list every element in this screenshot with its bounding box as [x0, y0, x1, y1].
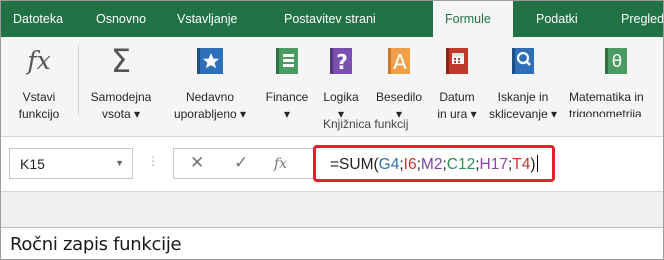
function-library-group-label: Knjižnica funkcij — [323, 117, 409, 131]
tab-datoteka[interactable]: Datoteka — [13, 1, 63, 37]
drag-handle-icon[interactable]: ⋮ — [147, 154, 159, 168]
button-label-line1: Vstavi — [22, 90, 56, 104]
logic-book-icon: ? — [330, 48, 352, 74]
tab-podatki[interactable]: Podatki — [536, 1, 578, 37]
tab-formule[interactable]: Formule — [433, 1, 513, 37]
button-label-line2: uporabljeno ▾ — [173, 107, 247, 121]
button-label-line2: in ura ▾ — [437, 107, 477, 121]
excel-window: Datoteka Osnovno Vstavljanje Postavitev … — [0, 0, 664, 260]
formula-segment: C12 — [446, 156, 476, 173]
date-time-button[interactable]: Datum in ura ▾ — [431, 41, 483, 121]
recently-used-button[interactable]: Nedavno uporabljeno ▾ — [163, 41, 257, 121]
worksheet-edge — [1, 191, 663, 227]
button-label-line1: Logika — [323, 90, 359, 104]
tab-vstavljanje[interactable]: Vstavljanje — [177, 1, 237, 37]
lookup-reference-button[interactable]: Iskanje in sklicevanje ▾ — [483, 41, 563, 121]
chevron-down-icon[interactable]: ▼ — [115, 158, 124, 168]
button-label-line2: funkcijo — [18, 107, 60, 121]
button-label-line1: Besedilo — [375, 90, 423, 104]
button-label-line2: trigonometrija — [569, 107, 642, 117]
enter-check-icon[interactable]: ✓ — [234, 153, 248, 173]
caption-bar: Ročni zapis funkcije — [1, 227, 663, 259]
svg-text:A: A — [393, 50, 407, 74]
sigma-icon: Σ — [111, 45, 131, 75]
svg-text:Σ: Σ — [111, 45, 131, 75]
button-label-line2: ▾ — [283, 107, 291, 121]
button-label-line1: Datum — [439, 90, 475, 104]
formula-segment: H17 — [479, 156, 508, 173]
svg-text:fx: fx — [25, 46, 50, 75]
button-label-line2: sklicevanje ▾ — [488, 107, 558, 121]
formula-segment: M2 — [420, 156, 443, 173]
formula-segment: T4 — [512, 156, 531, 173]
svg-text:?: ? — [336, 50, 348, 74]
button-label-line1: Iskanje in — [497, 90, 549, 104]
insert-function-fx-icon[interactable]: fx — [274, 156, 287, 172]
autosum-button[interactable]: Σ Samodejna vsota ▾ — [85, 41, 157, 121]
cancel-icon[interactable]: ✕ — [190, 153, 204, 173]
ribbon-tab-bar: Datoteka Osnovno Vstavljanje Postavitev … — [1, 1, 663, 37]
insert-function-button[interactable]: fx Vstavi funkcijo — [11, 41, 67, 121]
star-icon — [197, 48, 223, 74]
button-label-line1: Matematika in — [569, 90, 644, 104]
ribbon-formule: fx Vstavi funkcijo Σ Samodejna vsota ▾ Ned… — [1, 37, 663, 137]
formula-bar-buttons: ✕ ✓ fx — [173, 148, 323, 179]
button-label-line1: Nedavno — [185, 90, 235, 104]
fx-icon: fx — [25, 46, 50, 75]
tab-osnovno[interactable]: Osnovno — [96, 1, 146, 37]
calendar-book-icon — [446, 48, 468, 74]
logic-button[interactable]: ? Logika ▾ — [315, 41, 367, 121]
svg-text:θ: θ — [612, 52, 622, 72]
finance-book-icon — [276, 48, 298, 74]
name-box[interactable]: K15 ▼ — [9, 148, 133, 179]
lookup-book-icon — [512, 48, 534, 74]
formula-segment: ) — [530, 156, 536, 173]
caption-text: Ročni zapis funkcije — [10, 234, 182, 255]
text-caret — [536, 155, 538, 172]
button-label-line2: vsota ▾ — [101, 107, 141, 121]
text-button[interactable]: A Besedilo ▾ — [367, 41, 431, 121]
name-box-value: K15 — [20, 156, 45, 172]
formula-input[interactable]: =SUM(G4;I6;M2;C12;H17;T4) — [313, 145, 555, 182]
ribbon-divider — [78, 45, 79, 115]
text-book-icon: A — [388, 48, 410, 74]
math-book-icon: θ — [605, 48, 627, 74]
tab-postavitev-strani[interactable]: Postavitev strani — [284, 1, 376, 37]
formula-bar: K15 ▼ ⋮ ✕ ✓ fx =SUM(G4;I6;M2;C12;H17;T4) — [1, 138, 663, 191]
button-label-line1: Finance — [265, 90, 309, 104]
formula-segment: I6 — [403, 156, 417, 173]
formula-text: =SUM(G4;I6;M2;C12;H17;T4) — [330, 155, 538, 174]
formula-segment: G4 — [378, 156, 400, 173]
finance-button[interactable]: Finance ▾ — [259, 41, 315, 121]
math-trig-button[interactable]: θ Matematika in trigonometrija — [563, 41, 663, 117]
tab-pregled[interactable]: Pregled — [621, 1, 663, 37]
formula-segment: =SUM( — [330, 156, 379, 173]
button-label-line1: Samodejna — [90, 90, 152, 104]
